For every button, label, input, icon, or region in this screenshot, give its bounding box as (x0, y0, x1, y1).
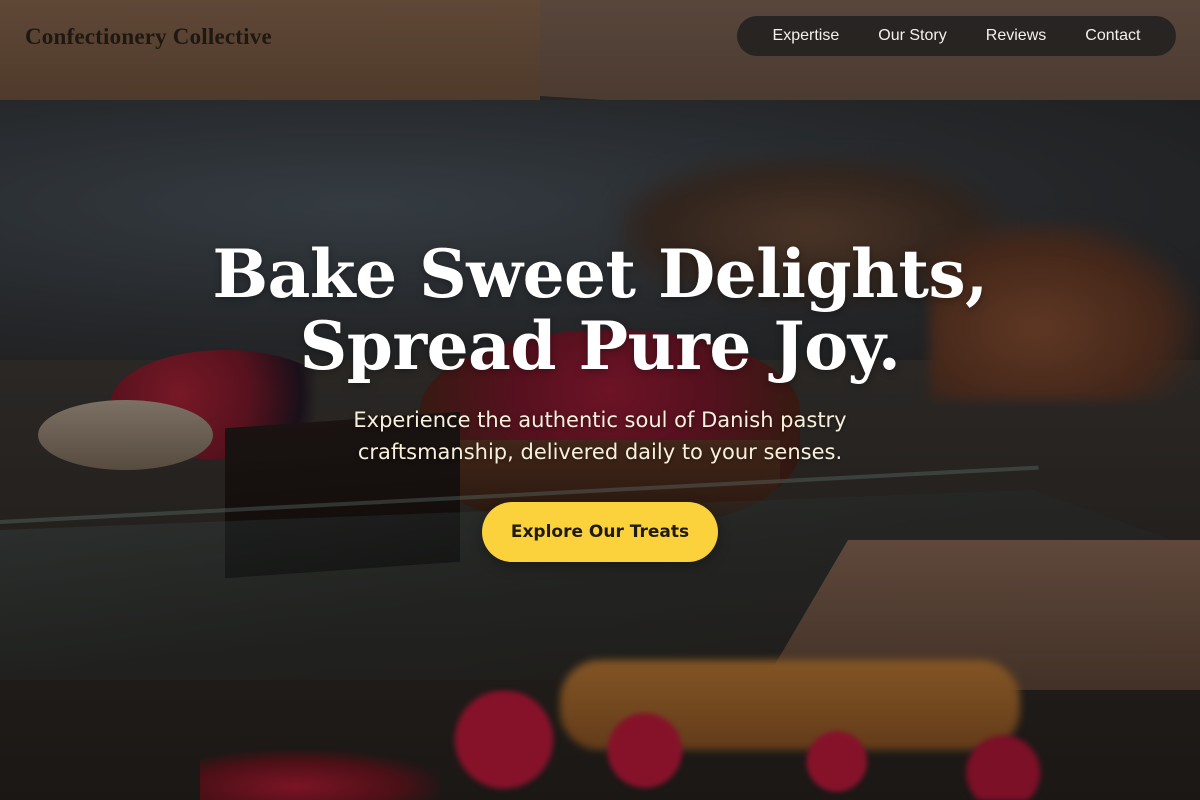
explore-treats-button[interactable]: Explore Our Treats (482, 502, 718, 562)
nav-link-reviews[interactable]: Reviews (986, 23, 1046, 49)
nav-link-expertise[interactable]: Expertise (773, 23, 840, 49)
hero-subtitle-line-1: Experience the authentic soul of Danish … (353, 408, 847, 432)
nav-link-our-story[interactable]: Our Story (878, 23, 946, 49)
hero-subtitle-line-2: craftsmanship, delivered daily to your s… (357, 440, 843, 464)
hero-title-line-2: Spread Pure Joy. (299, 307, 901, 385)
hero-title-line-1: Bake Sweet Delights, (212, 235, 988, 313)
hero-title: Bake Sweet Delights, Spread Pure Joy. (0, 238, 1200, 382)
hero-subtitle: Experience the authentic soul of Danish … (0, 404, 1200, 468)
main-nav: Expertise Our Story Reviews Contact (737, 16, 1176, 56)
brand-logo-text[interactable]: Confectionery Collective (25, 24, 272, 50)
nav-link-contact[interactable]: Contact (1085, 23, 1140, 49)
hero-section: Bake Sweet Delights, Spread Pure Joy. Ex… (0, 238, 1200, 468)
